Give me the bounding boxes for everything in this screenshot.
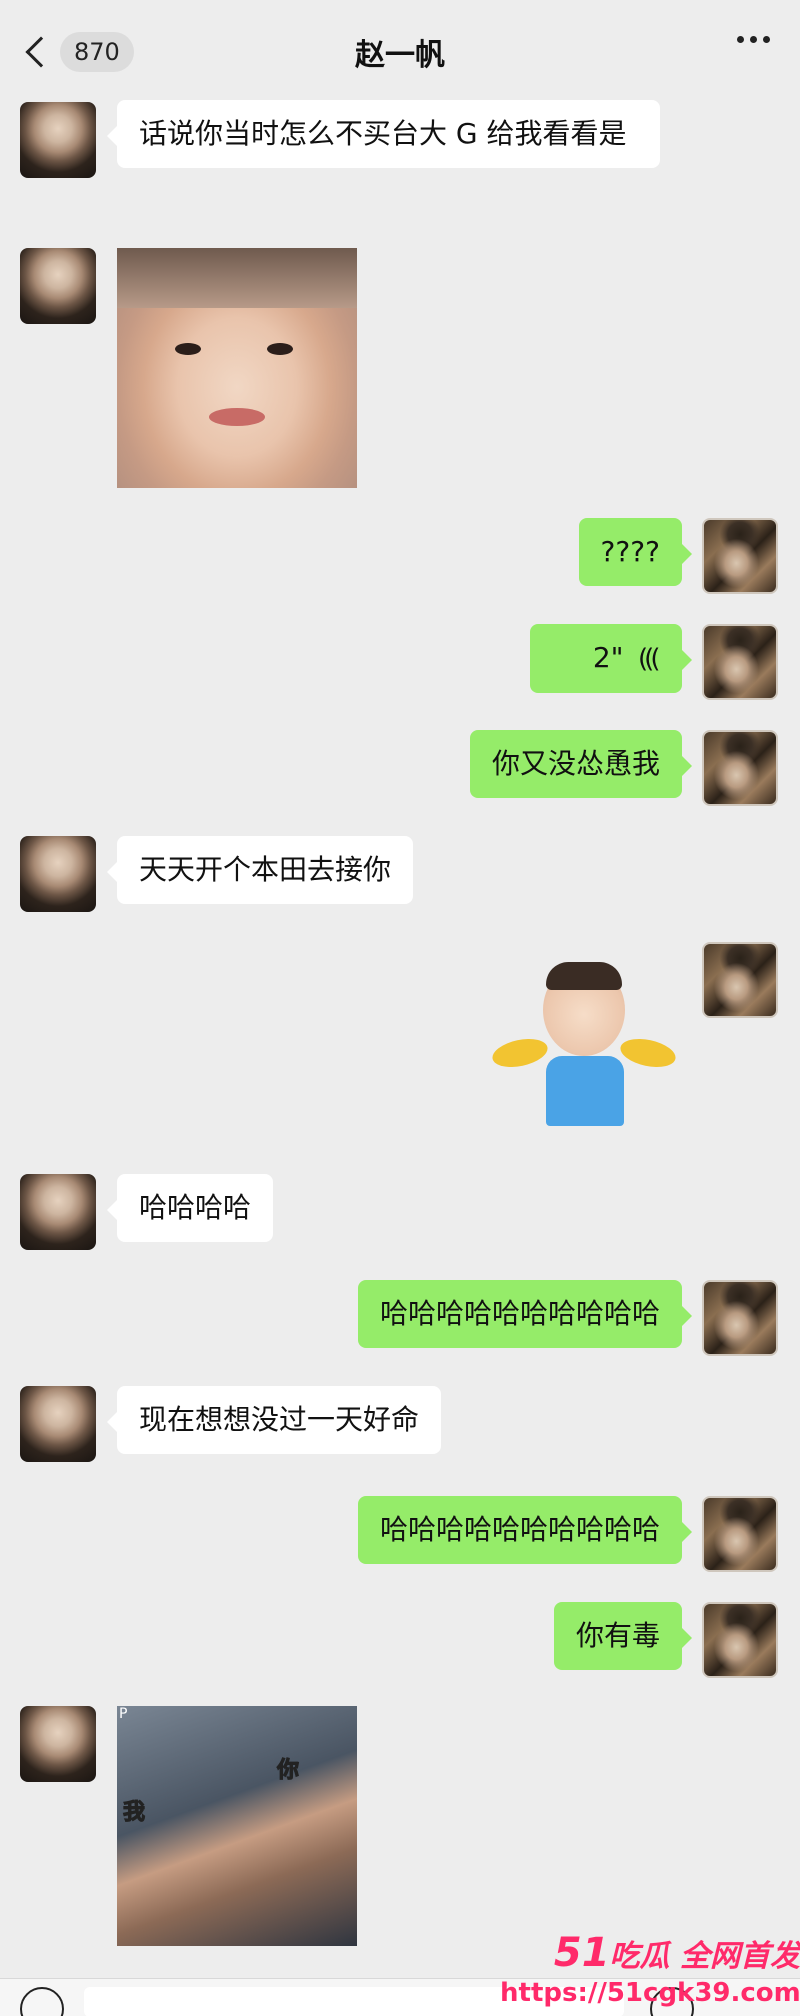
sticker-mouth (209, 408, 265, 426)
message-bubble-left[interactable]: 话说你当时怎么不买台大 G 给我看看是 (107, 100, 660, 168)
friend-avatar[interactable] (20, 1706, 96, 1782)
chat-header: 870 赵一帆 (0, 0, 800, 98)
watermark-brand: 51吃瓜 全网首发 (500, 1930, 800, 1976)
baby-face-sticker[interactable] (117, 248, 357, 488)
self-avatar[interactable] (702, 624, 778, 700)
sticker-eye (267, 343, 293, 355)
self-avatar[interactable] (702, 1602, 778, 1678)
self-avatar[interactable] (702, 518, 778, 594)
voice-input-toggle-icon[interactable] (20, 1987, 64, 2016)
friend-avatar[interactable] (20, 102, 96, 178)
gif-label-me: 我 (122, 1800, 146, 1826)
message-bubble-left[interactable]: 哈哈哈哈 (106, 1174, 274, 1242)
dot-icon (763, 36, 770, 43)
sticker-body (546, 1056, 624, 1126)
chat-title: 赵一帆 (355, 38, 445, 73)
friend-avatar[interactable] (20, 836, 96, 912)
watermark: 51吃瓜 全网首发 https://51cgk39.com (500, 1930, 800, 2008)
more-options-button[interactable] (737, 36, 770, 43)
watermark-text: 吃瓜 全网首发 (609, 1939, 800, 1974)
friend-avatar[interactable] (20, 1386, 96, 1462)
message-bubble-right[interactable]: 你又没怂恿我 (469, 730, 693, 798)
message-bubble-right[interactable]: ???? (578, 518, 693, 586)
message-bubble-left[interactable]: 天天开个本田去接你 (106, 836, 414, 904)
sticker-hair (546, 962, 622, 990)
self-avatar[interactable] (702, 942, 778, 1018)
sticker-hand (489, 1034, 551, 1072)
message-bubble-right[interactable]: 哈哈哈哈哈哈哈哈哈哈 (357, 1280, 693, 1348)
watermark-number: 51 (553, 1930, 610, 1976)
sticker-eye (175, 343, 201, 355)
friend-avatar[interactable] (20, 1174, 96, 1250)
shrug-baby-sticker[interactable] (488, 960, 679, 1130)
dot-icon (750, 36, 757, 43)
voice-message-bubble[interactable]: 2"))) (530, 624, 692, 693)
watermark-url: https://51cgk39.com (500, 1978, 800, 2008)
arm-wrestle-gif-sticker[interactable]: P 你 我 (117, 1706, 357, 1946)
friend-avatar[interactable] (20, 248, 96, 324)
gif-tag: P (119, 1706, 128, 1722)
sticker-hand (617, 1034, 679, 1072)
gif-label-you: 你 (276, 1758, 300, 1784)
sticker-hair (117, 248, 357, 308)
message-bubble-right[interactable]: 你有毒 (553, 1602, 693, 1670)
self-avatar[interactable] (702, 1280, 778, 1356)
message-bubble-left[interactable]: 现在想想没过一天好命 (106, 1386, 442, 1454)
dot-icon (737, 36, 744, 43)
message-bubble-right[interactable]: 哈哈哈哈哈哈哈哈哈哈 (357, 1496, 693, 1564)
voice-wave-icon: ))) (641, 644, 660, 674)
self-avatar[interactable] (702, 1496, 778, 1572)
voice-duration: 2" (592, 641, 624, 674)
self-avatar[interactable] (702, 730, 778, 806)
